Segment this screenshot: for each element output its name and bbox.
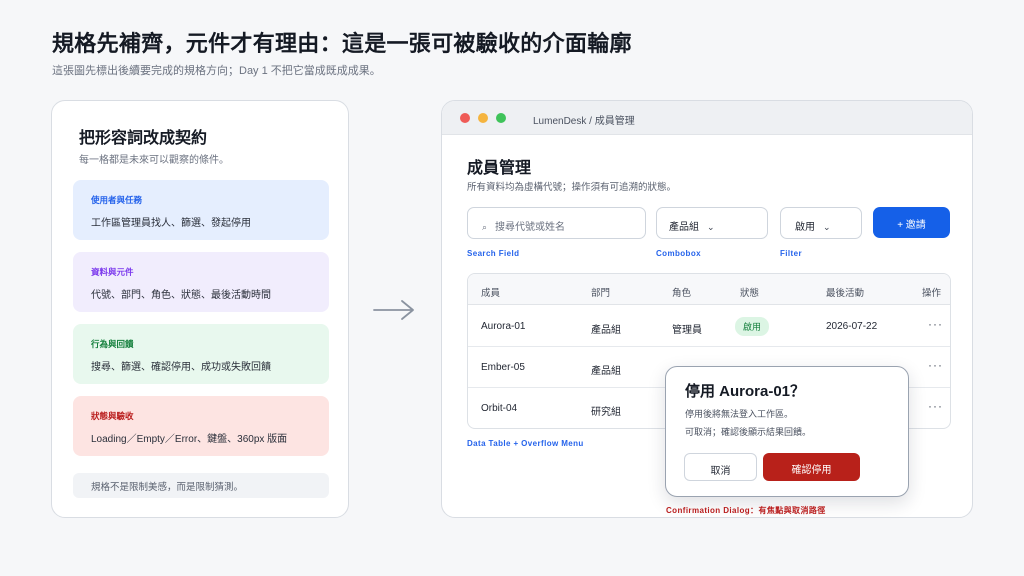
search-input[interactable]: ⌕ 搜尋代號或姓名 — [467, 207, 646, 239]
more-icon[interactable]: ··· — [928, 399, 943, 413]
block-label: 使用者與任務 — [91, 195, 143, 205]
member-role: 管理員 — [672, 325, 702, 336]
close-window-button[interactable] — [460, 113, 470, 123]
column-header: 操作 — [922, 288, 942, 299]
chevron-down-icon: ⌄ — [823, 222, 831, 232]
member-last-active: 2026-07-22 — [826, 321, 878, 332]
page-title: 規格先補齊，元件才有理由：這是一張可被驗收的介面輪廓 — [52, 31, 632, 56]
member-name: Aurora-01 — [481, 321, 526, 332]
dialog-tag: Confirmation Dialog：有焦點與取消路徑 — [666, 506, 826, 515]
block-label: 狀態與驗收 — [91, 411, 134, 421]
block-text: Loading／Empty／Error、鍵盤、360px 版面 — [91, 434, 288, 445]
dialog-title: 停用 Aurora-01？ — [685, 383, 806, 400]
member-name: Orbit-04 — [481, 403, 518, 414]
maximize-window-button[interactable] — [496, 113, 506, 123]
member-dept: 產品組 — [591, 366, 621, 377]
filter-tag: Filter — [780, 249, 802, 258]
members-subheading: 所有資料均為虛構代號；操作須有可追溯的狀態。 — [467, 182, 677, 193]
invite-button[interactable]: + 邀請 — [873, 207, 950, 238]
combobox-tag: Combobox — [656, 249, 701, 258]
page-subtitle: 這張圖先標出後續要完成的規格方向；Day 1 不把它當成既成成果。 — [52, 65, 381, 77]
cancel-button[interactable]: 取消 — [684, 453, 757, 481]
block-text: 代號、部門、角色、狀態、最後活動時間 — [91, 290, 271, 301]
department-combobox[interactable]: 產品組 ⌄ — [656, 207, 768, 239]
table-row[interactable]: Aurora-01 產品組 管理員 啟用 2026-07-22 ··· — [468, 306, 950, 347]
more-icon[interactable]: ··· — [928, 358, 943, 372]
arrow-right-icon — [373, 300, 414, 320]
column-header[interactable]: 成員 — [481, 285, 500, 299]
block-text: 搜尋、篩選、確認停用、成功或失敗回饋 — [91, 362, 271, 373]
member-dept: 研究組 — [591, 407, 621, 418]
contract-card: 把形容詞改成契約 每一格都是未來可以觀察的條件。 使用者與任務 工作區管理員找人… — [51, 100, 349, 518]
contract-block-behavior: 行為與回饋 搜尋、篩選、確認停用、成功或失敗回饋 — [73, 324, 329, 384]
more-icon[interactable]: ··· — [928, 317, 943, 331]
block-label: 資料與元件 — [91, 267, 134, 277]
block-label: 行為與回饋 — [91, 339, 134, 349]
combobox-value: 產品組 — [669, 222, 699, 233]
column-header[interactable]: 最後活動 — [826, 285, 864, 299]
column-header[interactable]: 角色 — [672, 285, 691, 299]
confirm-disable-button[interactable]: 確認停用 — [763, 453, 860, 481]
dialog-description: 停用後將無法登入工作區。 — [685, 409, 794, 419]
members-heading: 成員管理 — [467, 160, 532, 177]
status-badge: 啟用 — [735, 317, 770, 336]
search-placeholder: 搜尋代號或姓名 — [495, 222, 566, 233]
contract-block-data: 資料與元件 代號、部門、角色、狀態、最後活動時間 — [73, 252, 329, 312]
search-field-tag: Search Field — [467, 249, 520, 258]
search-icon: ⌕ — [482, 222, 488, 232]
contract-note: 規格不是限制美感，而是限制猜測。 — [73, 473, 329, 498]
status-filter[interactable]: 啟用 ⌄ — [780, 207, 862, 239]
dialog-hint: 可取消；確認後顯示結果回饋。 — [685, 427, 812, 437]
member-dept: 產品組 — [591, 325, 621, 336]
chevron-down-icon: ⌄ — [707, 222, 715, 232]
filter-value: 啟用 — [795, 222, 815, 233]
contract-card-subtitle: 每一格都是未來可以觀察的條件。 — [79, 155, 229, 166]
minimize-window-button[interactable] — [478, 113, 488, 123]
window-title: LumenDesk / 成員管理 — [533, 116, 635, 127]
block-text: 工作區管理員找人、篩選、發起停用 — [91, 218, 251, 229]
data-table-tag: Data Table + Overflow Menu — [467, 439, 584, 448]
confirmation-dialog: 停用 Aurora-01？ 停用後將無法登入工作區。 可取消；確認後顯示結果回饋… — [665, 366, 909, 497]
contract-block-users: 使用者與任務 工作區管理員找人、篩選、發起停用 — [73, 180, 329, 240]
window-titlebar: LumenDesk / 成員管理 — [442, 101, 972, 135]
column-header[interactable]: 部門 — [591, 285, 610, 299]
column-header[interactable]: 狀態 — [740, 285, 759, 299]
member-name: Ember-05 — [481, 362, 525, 373]
contract-card-title: 把形容詞改成契約 — [79, 130, 208, 147]
table-header: 成員 部門 角色 狀態 最後活動 操作 — [468, 274, 950, 305]
contract-block-states: 狀態與驗收 Loading／Empty／Error、鍵盤、360px 版面 — [73, 396, 329, 456]
